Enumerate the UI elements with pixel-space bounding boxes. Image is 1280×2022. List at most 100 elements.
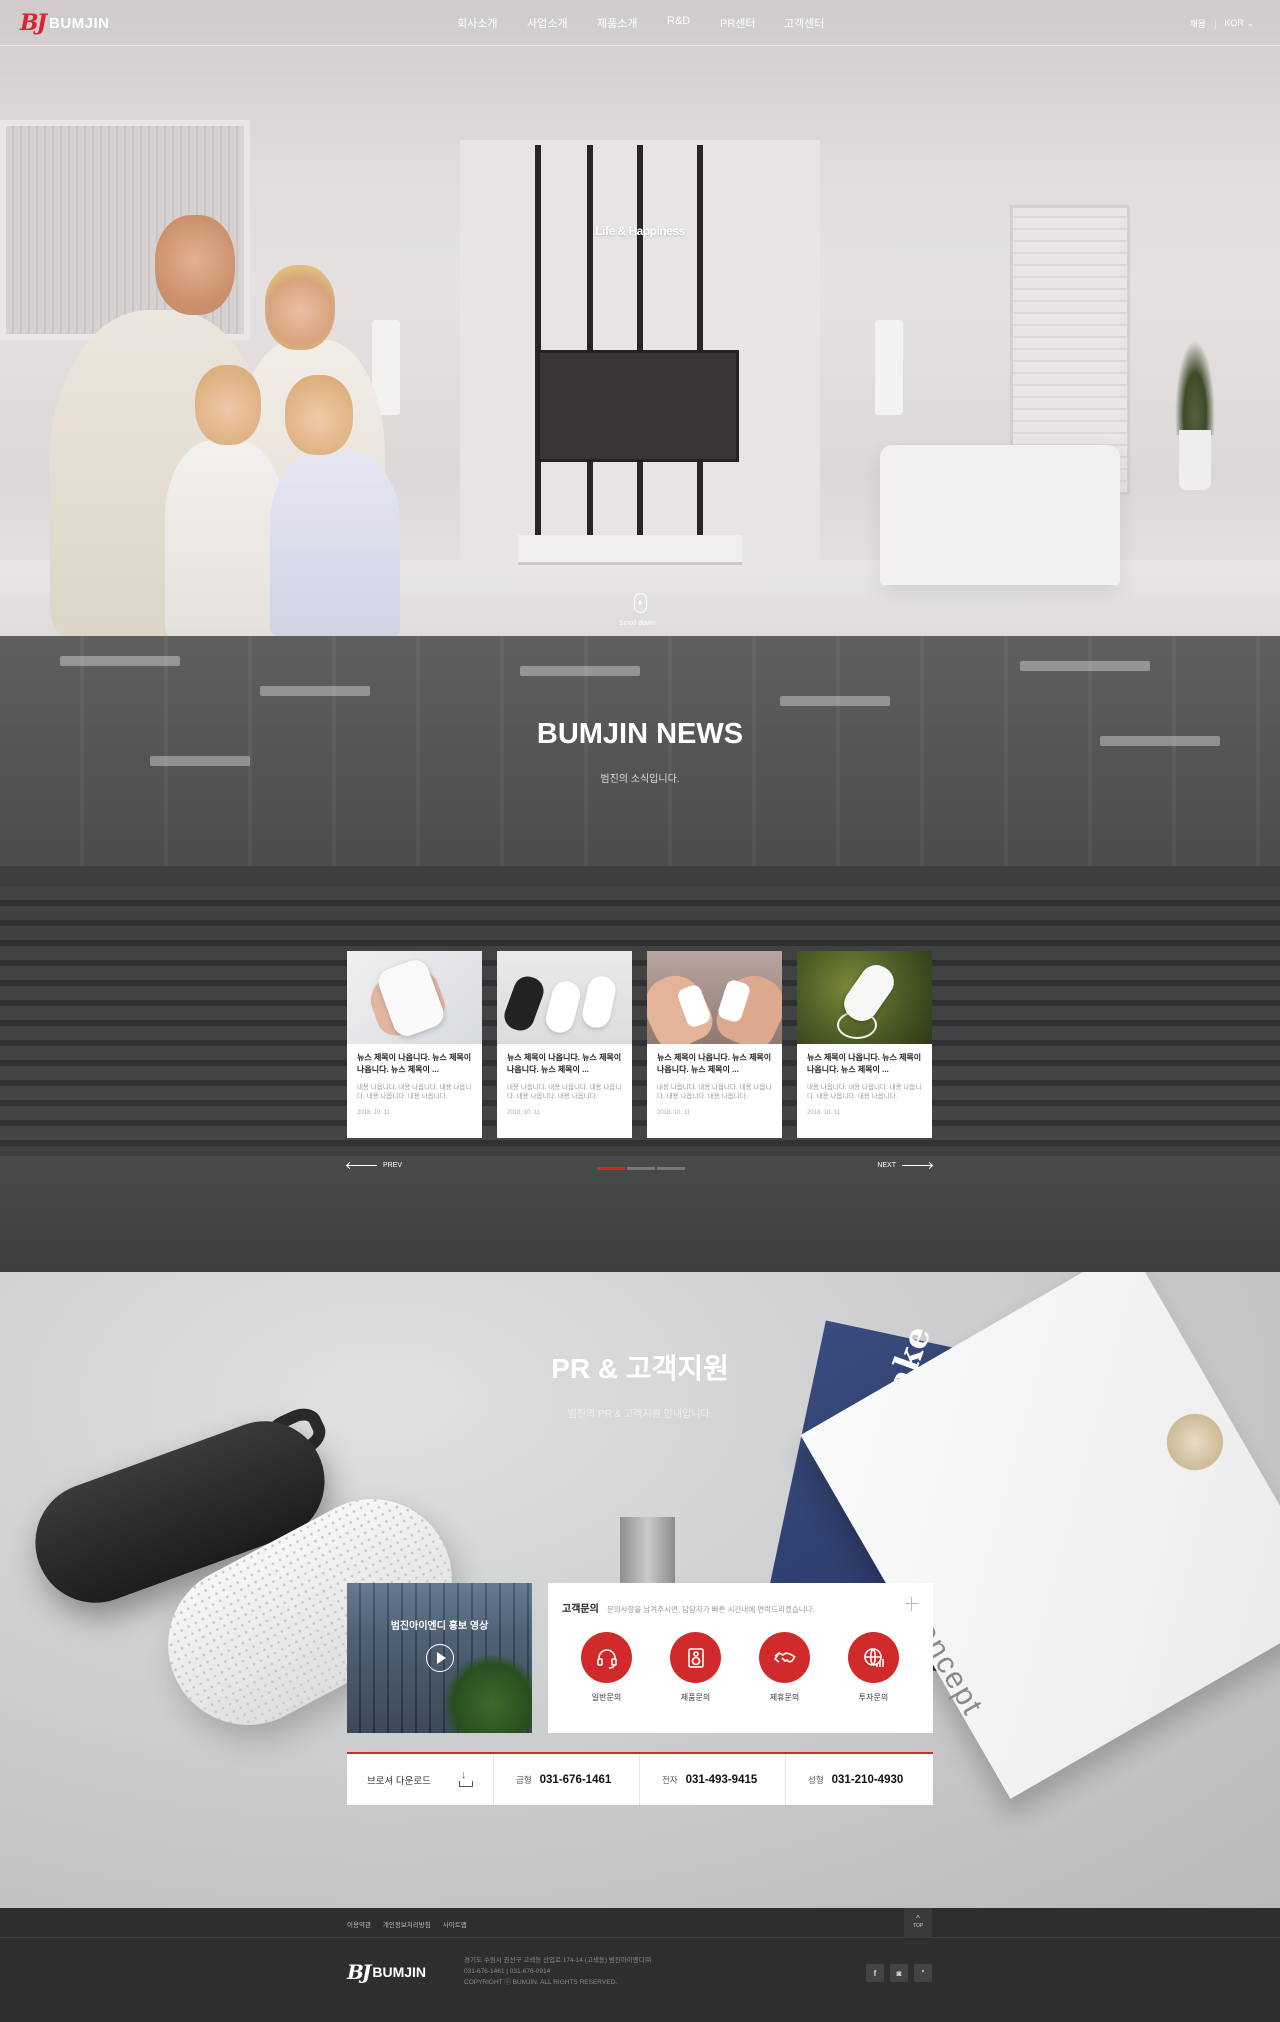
play-icon[interactable] [426, 1644, 454, 1672]
handshake-icon [759, 1632, 810, 1683]
blog-icon[interactable]: ❜ [914, 1964, 932, 1982]
phone-number: 031-210-4930 [831, 1773, 904, 1786]
news-card[interactable]: 뉴스 제목이 나옵니다. 뉴스 제목이 나옵니다. 뉴스 제목이 ... 내용 … [347, 951, 482, 1138]
globe-chart-icon [848, 1632, 899, 1683]
footer-link-privacy[interactable]: 개인정보처리방침 [383, 1919, 431, 1929]
language-label: KOR [1224, 18, 1244, 28]
brochure-label: 브로셔 다운로드 [367, 1775, 431, 1787]
facebook-icon[interactable]: f [866, 1964, 884, 1982]
footer-info: 경기도 수원시 권선구 고색동 산업로 174-14 (고색동) 범진아이엔디㈜… [464, 1955, 651, 1988]
cs-item-list: 일반문의 제품문의 제휴문의 투자문의 [581, 1632, 899, 1703]
slider-pagination [597, 1167, 685, 1170]
ceiling-light [1020, 661, 1150, 671]
arrow-left-icon [347, 1165, 377, 1166]
phone-key: 성형 [808, 1774, 824, 1785]
cs-item-label: 제품문의 [680, 1693, 711, 1702]
brochure-download-button[interactable]: 브로셔 다운로드 [347, 1754, 494, 1805]
news-card[interactable]: 뉴스 제목이 나옵니다. 뉴스 제목이 나옵니다. 뉴스 제목이 ... 내용 … [497, 951, 632, 1138]
headset-icon [581, 1632, 632, 1683]
footer-tel-fax: 031-676-1461 | 031-676-0914 [464, 1968, 551, 1975]
news-card-image [497, 951, 632, 1044]
news-card[interactable]: 뉴스 제목이 나옵니다. 뉴스 제목이 나옵니다. 뉴스 제목이 ... 내용 … [647, 951, 782, 1138]
prev-label: PREV [383, 1162, 403, 1169]
promo-video[interactable]: 범진아이엔디 홍보 영상 [347, 1583, 532, 1733]
nav-item-business[interactable]: 사업소개 [527, 15, 597, 31]
nav-item-pr[interactable]: PR센터 [720, 15, 784, 31]
main-nav: 회사소개 사업소개 제품소개 R&D PR센터 고객센터 [457, 15, 854, 31]
footer-logo-mark: BJ [347, 1960, 371, 1984]
news-slider-controls: PREV NEXT [347, 1162, 932, 1176]
hero-family-photo [30, 215, 450, 636]
news-card-title: 뉴스 제목이 나옵니다. 뉴스 제목이 나옵니다. 뉴스 제목이 ... [357, 1053, 472, 1074]
pagination-dot[interactable] [627, 1167, 655, 1170]
hero-tagline: Life & Happiness [595, 224, 685, 238]
video-title: 범진아이엔디 홍보 영상 [390, 1621, 489, 1632]
pr-bg-shell [1160, 1412, 1230, 1472]
next-button[interactable]: NEXT [877, 1162, 932, 1169]
news-card-date: 2018. 10. 11 [357, 1110, 390, 1116]
logo-mark: BJ [20, 10, 47, 36]
phone-molding[interactable]: 성형 031-210-4930 [786, 1754, 932, 1805]
footer-logo: BJ BUMJIN [347, 1960, 426, 1984]
customer-inquiry-panel: 고객문의 문의사항을 남겨주시면, 담당자가 빠른 시간내에 연락드리겠습니다.… [548, 1583, 933, 1733]
phone-number: 031-676-1461 [539, 1773, 612, 1786]
next-label: NEXT [877, 1162, 896, 1169]
footer-link-sitemap[interactable]: 사이트맵 [443, 1919, 467, 1929]
arrow-right-icon [902, 1165, 932, 1166]
footer-copyright: COPYRIGHT ⓒ BUMJIN. ALL RIGHTS RESERVED. [464, 1979, 618, 1986]
news-card-desc: 내용 나옵니다. 내용 나옵니다. 내용 나옵니다. 내용 나옵니다. 내용 나… [357, 1084, 472, 1100]
scroll-top-button[interactable]: ^ TOP [904, 1908, 932, 1938]
news-subtitle: 범진의 소식입니다. [600, 774, 680, 785]
news-card-desc: 내용 나옵니다. 내용 나옵니다. 내용 나옵니다. 내용 나옵니다. 내용 나… [657, 1084, 772, 1100]
pr-title: PR & 고객지원 [551, 1353, 729, 1384]
cs-title: 고객문의 [562, 1604, 599, 1615]
cs-item-investment[interactable]: 투자문의 [848, 1632, 899, 1703]
cs-item-label: 제휴문의 [769, 1693, 800, 1702]
news-card-image [647, 951, 782, 1044]
nav-item-support[interactable]: 고객센터 [784, 15, 854, 31]
chevron-down-icon: ⌄ [1246, 18, 1254, 28]
scroll-down-label: Scroll down [618, 620, 656, 627]
footer-link-terms[interactable]: 이용약관 [347, 1919, 371, 1929]
hero-speaker [875, 320, 903, 415]
pagination-dot[interactable] [597, 1167, 625, 1170]
phone-number: 031-493-9415 [685, 1773, 758, 1786]
footer-address: 경기도 수원시 권선구 고색동 산업로 174-14 (고색동) 범진아이엔디㈜ [464, 1957, 652, 1964]
nav-item-products[interactable]: 제품소개 [597, 15, 667, 31]
nav-item-company[interactable]: 회사소개 [457, 15, 527, 31]
plus-icon[interactable] [905, 1597, 919, 1611]
top-label: TOP [912, 1923, 924, 1929]
scroll-down-button[interactable]: Scroll down [619, 593, 660, 627]
hero-tv [537, 350, 739, 462]
prev-button[interactable]: PREV [347, 1162, 402, 1169]
news-card-date: 2018. 10. 11 [807, 1110, 840, 1116]
footer-logo-text: BUMJIN [372, 1964, 427, 1980]
news-card-title: 뉴스 제목이 나옵니다. 뉴스 제목이 나옵니다. 뉴스 제목이 ... [807, 1053, 922, 1074]
language-select[interactable]: KOR ⌄ [1224, 18, 1254, 29]
contact-bar: 브로셔 다운로드 금형 031-676-1461 전자 031-493-9415… [347, 1752, 933, 1805]
hero-plant [1175, 340, 1215, 490]
footer-links: 이용약관 개인정보처리방침 사이트맵 [347, 1919, 467, 1929]
recruit-link[interactable]: 채용 [1190, 17, 1207, 30]
news-card[interactable]: 뉴스 제목이 나옵니다. 뉴스 제목이 나옵니다. 뉴스 제목이 ... 내용 … [797, 951, 932, 1138]
phone-electronics[interactable]: 전자 031-493-9415 [640, 1754, 786, 1805]
cs-item-product[interactable]: 제품문의 [670, 1632, 721, 1703]
site-header: BJ BUMJIN 회사소개 사업소개 제품소개 R&D PR센터 고객센터 채… [0, 0, 1280, 46]
nav-item-rnd[interactable]: R&D [667, 15, 720, 31]
ceiling-light [260, 686, 370, 696]
cs-item-label: 투자문의 [858, 1693, 889, 1702]
logo[interactable]: BJ BUMJIN [20, 10, 110, 36]
util-separator: | [1214, 18, 1217, 29]
phone-mold[interactable]: 금형 031-676-1461 [494, 1754, 640, 1805]
pagination-dot[interactable] [657, 1167, 685, 1170]
news-card-date: 2018. 10. 11 [657, 1110, 690, 1116]
site-footer: 이용약관 개인정보처리방침 사이트맵 ^ TOP BJ BUMJIN 경기도 수… [0, 1908, 1280, 2022]
hero-sofa [880, 445, 1120, 585]
instagram-icon[interactable]: ◙ [890, 1964, 908, 1982]
news-card-list: 뉴스 제목이 나옵니다. 뉴스 제목이 나옵니다. 뉴스 제목이 ... 내용 … [347, 951, 932, 1138]
pr-subtitle: 범진의 PR & 고객지원 안내입니다. [567, 1409, 713, 1420]
cs-item-general[interactable]: 일반문의 [581, 1632, 632, 1703]
logo-text: BUMJIN [49, 14, 110, 32]
news-card-desc: 내용 나옵니다. 내용 나옵니다. 내용 나옵니다. 내용 나옵니다. 내용 나… [807, 1084, 922, 1100]
cs-item-partnership[interactable]: 제휴문의 [759, 1632, 810, 1703]
